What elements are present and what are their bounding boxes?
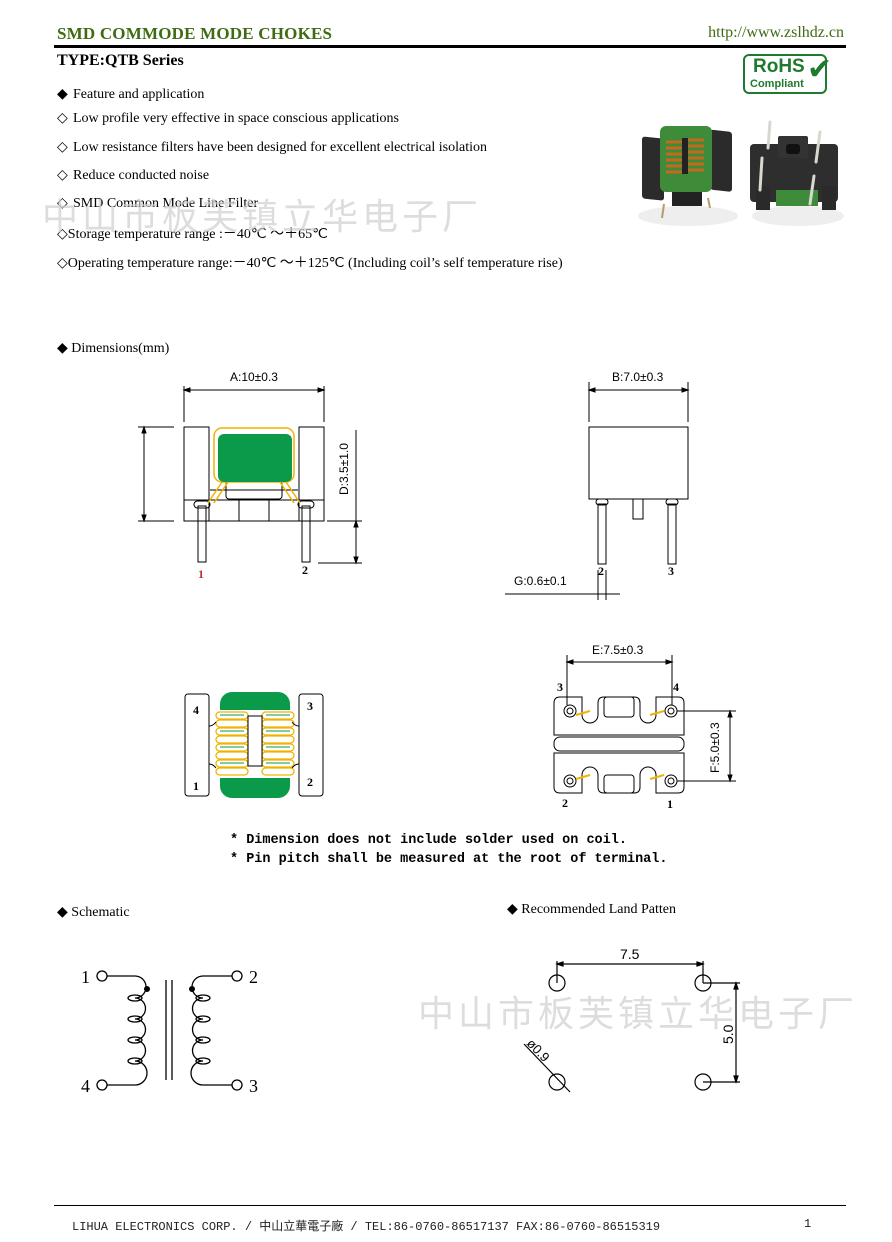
dimensions-heading-text: Dimensions(mm) [71,341,170,356]
diamond-outline-icon: ◇ [57,256,68,271]
document-title: SMD COMMODE MODE CHOKES [57,24,333,43]
header-rule [54,45,846,48]
hole-diameter-label: ø0.9 [524,1036,553,1065]
side-view-drawing: B:7.0±0.3 G:0.6±0.1 2 3 [505,370,690,600]
land-pitch-y-label: 5.0 [720,1024,736,1044]
dimensions-heading: ◆ Dimensions(mm) [57,340,169,357]
pin-label: 4 [193,703,199,717]
page-number: 1 [804,1217,812,1231]
land-pattern-diagram: 7.5 5.0 ø0.9 [523,946,740,1093]
feature-heading: ◆ Feature and application [57,86,204,103]
watermark: 中山市板芙镇立华电子厂 [42,197,483,238]
pin-label: 2 [302,563,308,577]
pin-label: 3 [307,699,313,713]
dim-a-label: A:10±0.3 [230,370,278,384]
dim-b-label: B:7.0±0.3 [612,370,664,384]
checkmark-icon: ✔ [807,52,833,87]
bottom-view-drawing: E:7.5±0.3 F:5.0±0.3 3 4 2 1 [553,643,736,811]
schematic-heading: ◆ Schematic [57,904,130,921]
schematic-pin-label: 2 [249,967,258,987]
feature-heading-text: Feature and application [73,87,205,102]
website-link[interactable]: http://www.zslhdz.cn [708,24,844,42]
pin-label: 2 [562,796,568,810]
rohs-label: RoHS [753,56,805,77]
feature-text: Operating temperature range:－40℃ ～＋125℃ … [67,256,563,271]
diamond-outline-icon: ◇ [57,140,68,155]
schematic-heading-text: Schematic [71,905,130,920]
schematic-pin-label: 1 [81,967,90,987]
diamond-filled-icon: ◆ [57,905,68,920]
land-pattern-heading: ◆ Recommended Land Patten [507,901,676,918]
diamond-outline-icon: ◇ [57,111,68,126]
top-view-drawing: 4 3 1 2 [184,692,324,798]
pin-label: 1 [198,567,204,581]
feature-text: Low profile very effective in space cons… [73,111,399,126]
pin-label: 3 [557,680,563,694]
diamond-filled-icon: ◆ [57,341,68,356]
diamond-filled-icon: ◆ [507,902,518,917]
dim-e-label: E:7.5±0.3 [592,643,644,657]
diamond-outline-icon: ◇ [57,168,68,183]
dim-f-label: F:5.0±0.3 [708,722,722,773]
pin-label: 1 [667,797,673,811]
dim-d-label: D:3.5±1.0 [337,443,351,495]
pin-label: 2 [598,564,604,578]
product-photo [638,108,844,232]
diamond-filled-icon: ◆ [57,87,68,102]
note: * Dimension does not include solder used… [230,833,627,848]
land-pattern-heading-text: Recommended Land Patten [521,902,677,917]
pin-label: 2 [307,775,313,789]
green-core [218,434,292,482]
front-view-drawing: A:10±0.3 D:3.5±1.0 1 2 [138,370,362,581]
schematic-pin-label: 4 [81,1076,90,1096]
feature-item: ◇ Reduce conducted noise [57,167,209,184]
feature-item: ◇Operating temperature range:－40℃ ～＋125℃… [57,252,563,272]
schematic-diagram: 1 2 4 3 [81,967,258,1096]
footer-rule [54,1205,846,1206]
footer-text: LIHUA ELECTRONICS CORP. / 中山立華電子廠 / TEL:… [72,1220,661,1234]
note: * Pin pitch shall be measured at the roo… [230,852,668,867]
feature-item: ◇ Low resistance filters have been design… [57,139,487,156]
schematic-pin-label: 3 [249,1076,258,1096]
pin-label: 3 [668,564,674,578]
feature-text: Low resistance filters have been designe… [73,140,487,155]
series-type: TYPE:QTB Series [57,52,184,69]
rohs-compliant-label: Compliant [750,78,804,90]
pin-label: 1 [193,779,199,793]
pin-label: 4 [673,680,679,694]
feature-text: Reduce conducted noise [73,168,210,183]
rohs-badge: RoHS Compliant ✔ [743,52,832,94]
land-pitch-x-label: 7.5 [620,946,640,962]
feature-item: ◇ Low profile very effective in space con… [57,110,399,127]
dim-g-label: G:0.6±0.1 [514,574,567,588]
